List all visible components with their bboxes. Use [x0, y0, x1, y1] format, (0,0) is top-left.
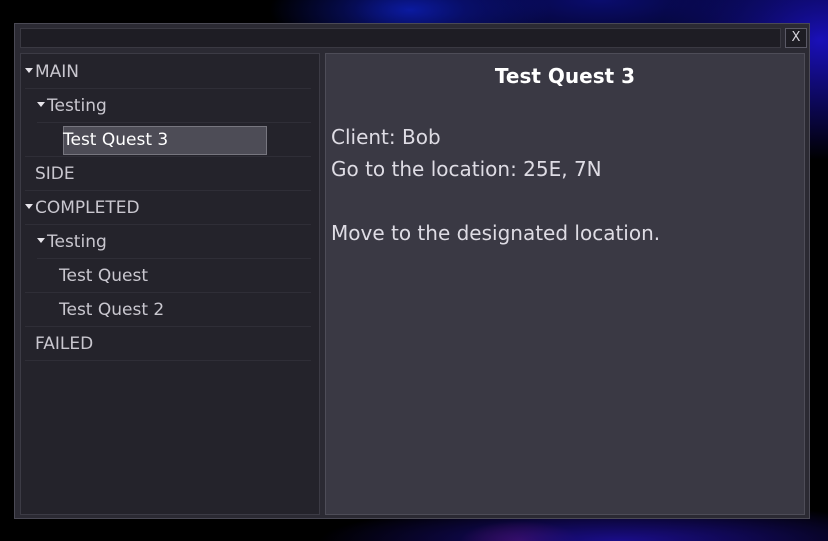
tree-group-completed-testing[interactable]: Testing	[37, 226, 311, 259]
expand-arrow-icon[interactable]	[25, 67, 33, 73]
quest-label: Test Quest 2	[59, 300, 165, 320]
quest-label: Test Quest 3	[63, 130, 169, 150]
tree-quest-item[interactable]: Test Quest 2	[25, 294, 311, 327]
quest-objective: Go to the location: 25E, 7N	[331, 157, 602, 181]
window-titlebar[interactable]	[20, 28, 781, 48]
category-label: FAILED	[35, 334, 94, 354]
quest-description: Move to the designated location.	[331, 221, 661, 245]
group-label: Testing	[47, 232, 107, 252]
tree-category-main[interactable]: MAIN	[25, 56, 311, 89]
quest-detail-panel: Test Quest 3 Client: Bob Go to the locat…	[325, 53, 805, 515]
group-label: Testing	[47, 96, 107, 116]
category-label: COMPLETED	[35, 198, 140, 218]
expand-arrow-icon[interactable]	[25, 203, 33, 209]
expand-arrow-icon[interactable]	[37, 101, 45, 107]
quest-title: Test Quest 3	[494, 64, 636, 88]
tree-group-main-testing[interactable]: Testing	[37, 90, 311, 123]
quest-label: Test Quest	[59, 266, 149, 286]
category-label: SIDE	[35, 164, 75, 184]
tree-quest-selected[interactable]: Test Quest 3	[25, 124, 311, 157]
category-label: MAIN	[35, 62, 80, 82]
quest-client: Client: Bob	[331, 125, 441, 149]
tree-category-completed[interactable]: COMPLETED	[25, 192, 311, 225]
tree-category-side[interactable]: SIDE	[25, 158, 311, 191]
quest-tree-panel: MAIN Testing Test Quest 3 SIDE COMPLETED…	[20, 53, 320, 515]
tree-quest-item[interactable]: Test Quest	[25, 260, 311, 293]
quest-journal-window: X MAIN Testing Test Quest 3 SIDE COMPLET…	[14, 23, 810, 519]
tree-category-failed[interactable]: FAILED	[25, 328, 311, 361]
expand-arrow-icon[interactable]	[37, 237, 45, 243]
close-button[interactable]: X	[785, 28, 807, 48]
